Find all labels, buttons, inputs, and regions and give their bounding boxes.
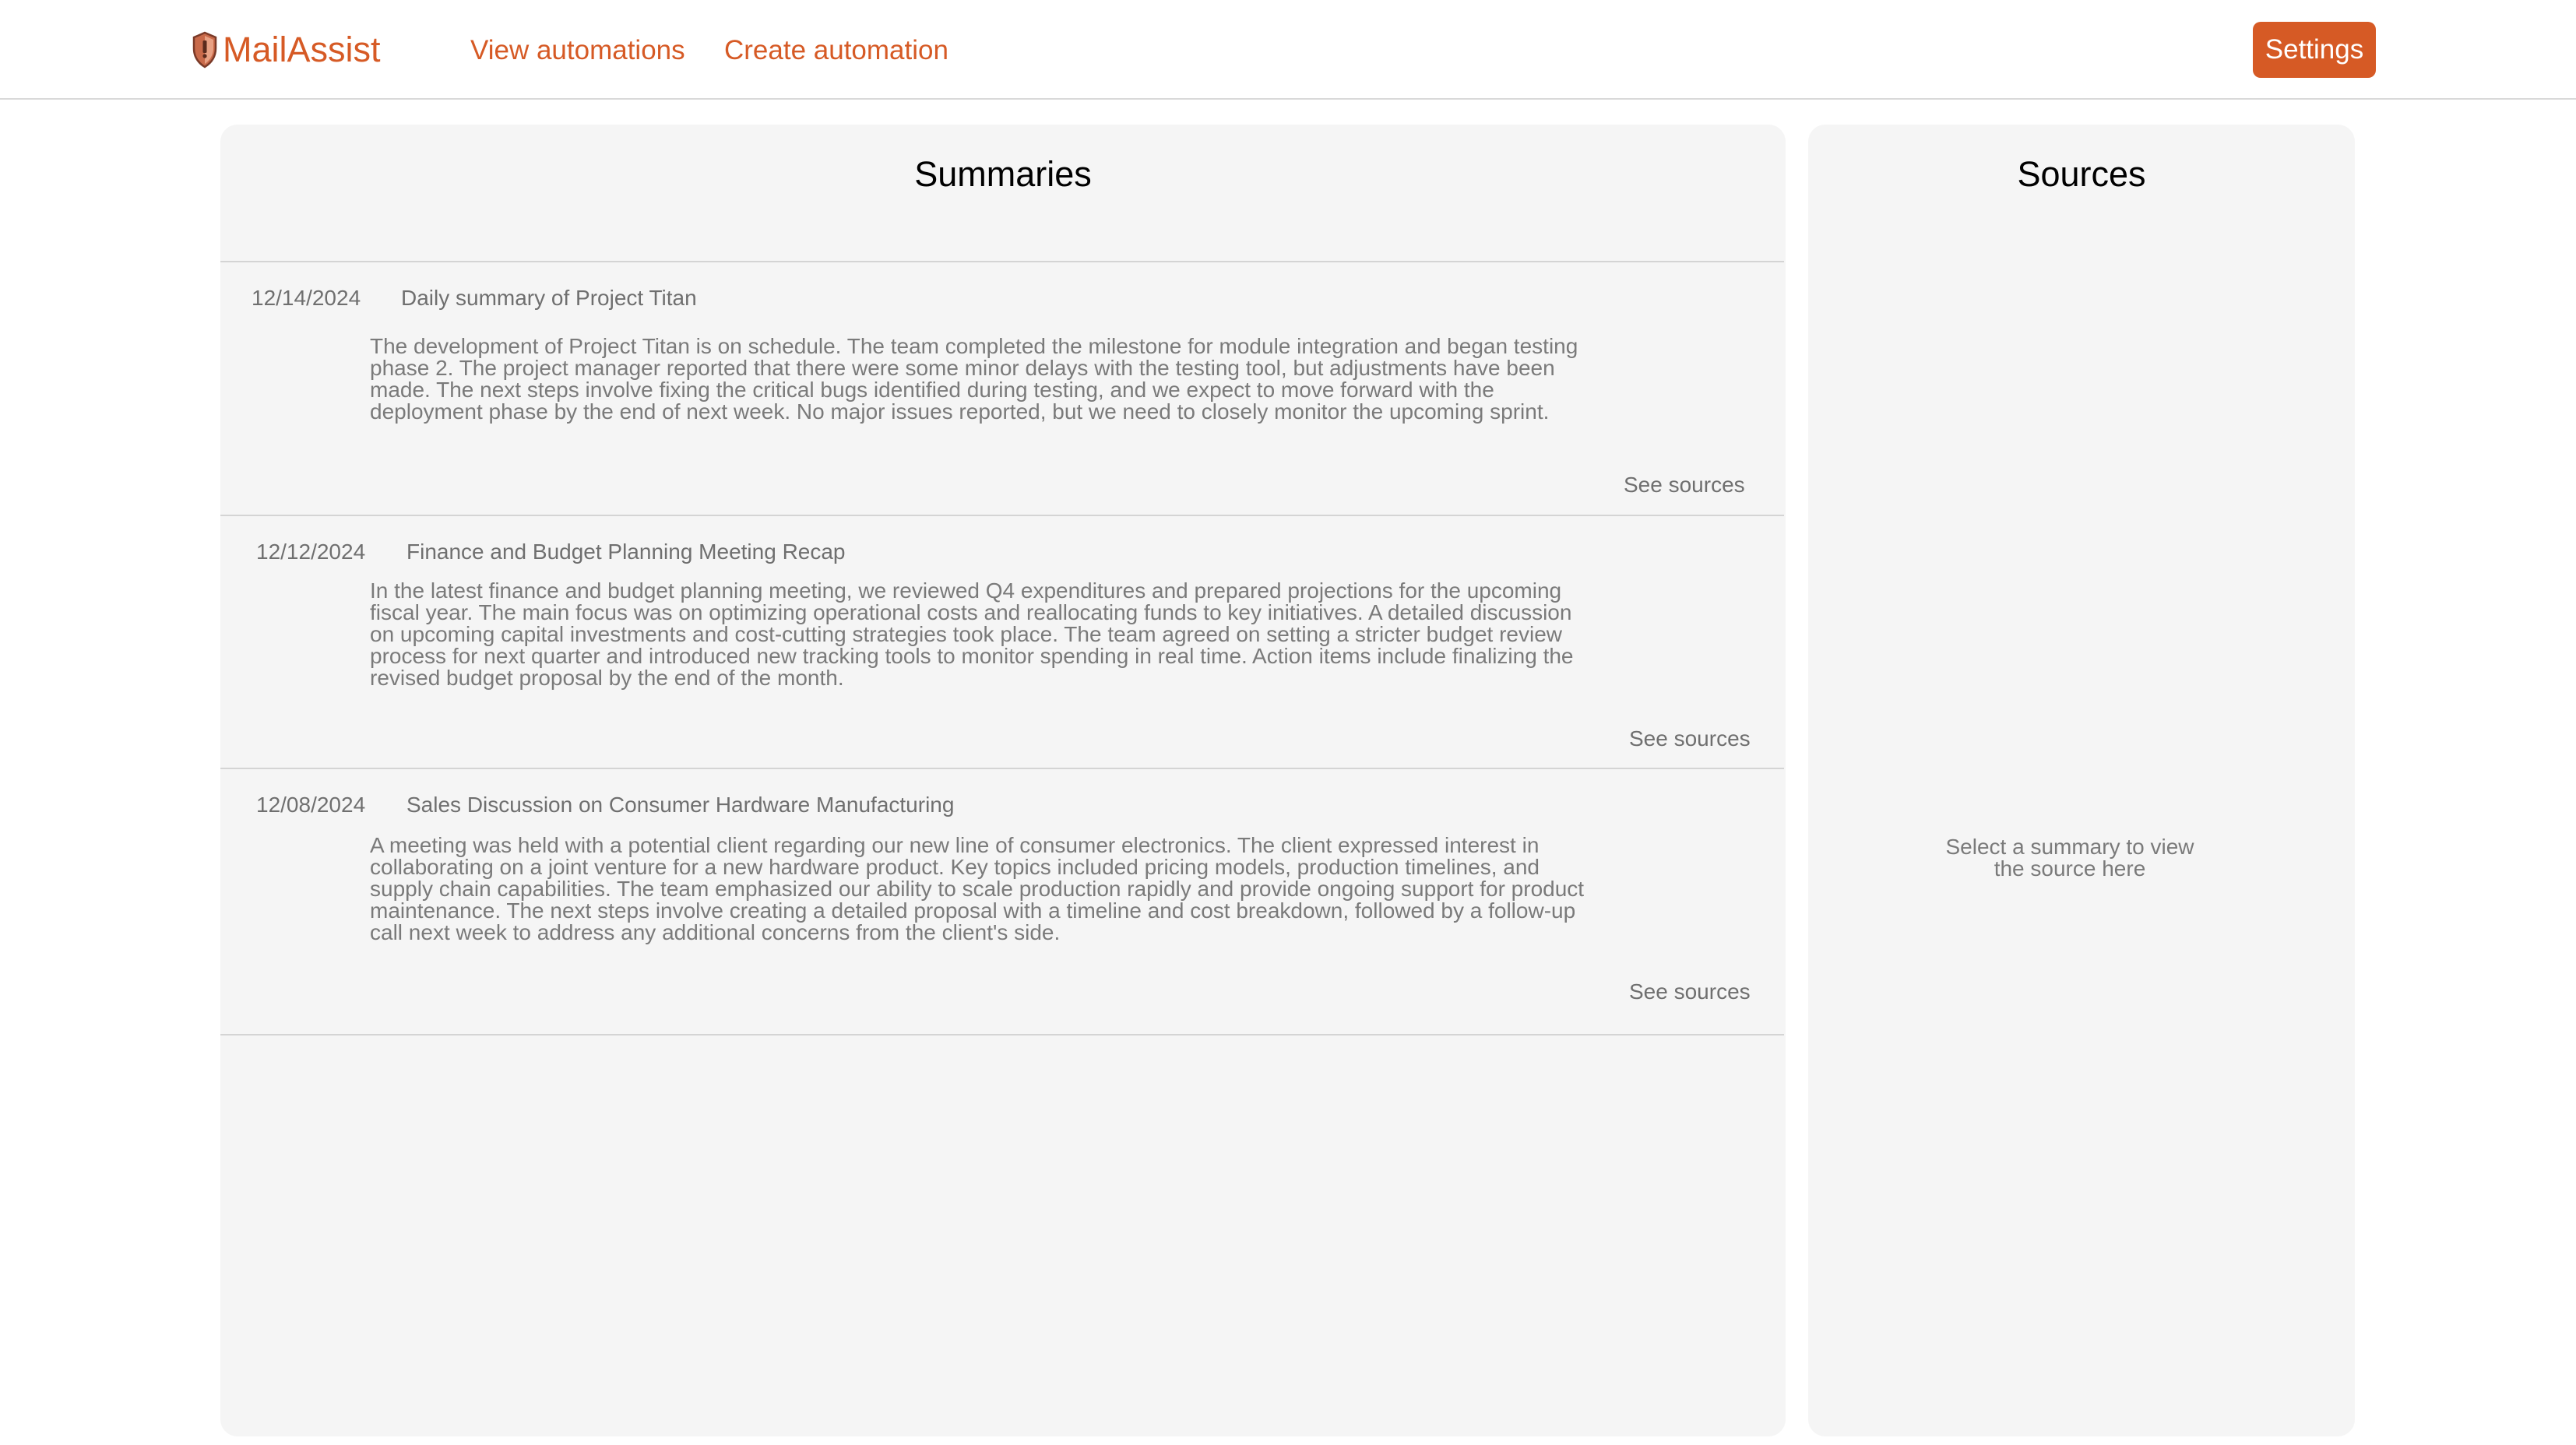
- summary-date: 12/12/2024: [256, 540, 366, 564]
- summary-title: Daily summary of Project Titan: [401, 286, 697, 310]
- summary-title: Finance and Budget Planning Meeting Reca…: [406, 540, 846, 564]
- top-navbar: MailAssist View automations Create autom…: [0, 0, 2576, 100]
- summary-item[interactable]: 12/14/2024 Daily summary of Project Tita…: [220, 262, 1784, 516]
- sources-title: Sources: [2017, 154, 2146, 194]
- summary-body: In the latest finance and budget plannin…: [370, 578, 1574, 690]
- summary-body: The development of Project Titan is on s…: [370, 334, 1578, 424]
- shield-icon: [192, 31, 217, 69]
- summary-body: A meeting was held with a potential clie…: [370, 833, 1585, 944]
- summary-date: 12/08/2024: [256, 793, 366, 817]
- summary-title: Sales Discussion on Consumer Hardware Ma…: [406, 793, 955, 817]
- summary-list: 12/14/2024 Daily summary of Project Tita…: [220, 261, 1784, 1035]
- summary-item[interactable]: 12/12/2024 Finance and Budget Planning M…: [220, 516, 1784, 769]
- see-sources-link[interactable]: See sources: [1629, 978, 1751, 1006]
- settings-button[interactable]: Settings: [2253, 22, 2376, 78]
- summaries-panel: Summaries 12/14/2024 Daily summary of Pr…: [220, 125, 1786, 1436]
- sources-placeholder-text: Select a summary to view the source here: [1945, 835, 2194, 881]
- nav-create-automation[interactable]: Create automation: [724, 31, 948, 70]
- see-sources-link[interactable]: See sources: [1624, 471, 1745, 499]
- sources-panel: Sources Select a summary to view the sou…: [1808, 125, 2355, 1436]
- summaries-title: Summaries: [914, 154, 1092, 194]
- brand-name: MailAssist: [223, 30, 381, 69]
- nav-view-automations[interactable]: View automations: [470, 31, 685, 70]
- summary-date: 12/14/2024: [252, 286, 361, 310]
- brand-logo-link[interactable]: MailAssist: [192, 28, 381, 72]
- see-sources-link[interactable]: See sources: [1629, 725, 1751, 753]
- summary-item[interactable]: 12/08/2024 Sales Discussion on Consumer …: [220, 769, 1784, 1035]
